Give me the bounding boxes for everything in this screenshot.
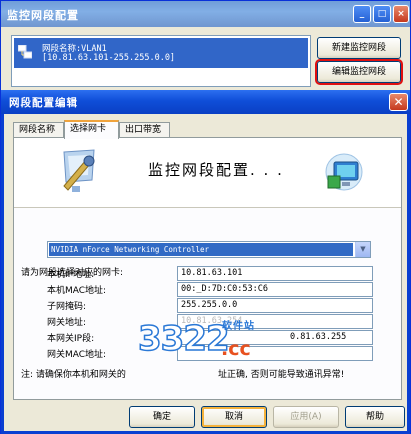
network-config-icon — [63, 149, 95, 192]
note-prefix: 注: 请确保你本机和网关的 — [21, 370, 126, 380]
edit-segment-button[interactable]: 编辑监控网段 — [315, 59, 403, 85]
field-label-subnet-mask: 子网掩码: — [47, 302, 87, 312]
main-window-title: 监控网段配置 — [7, 9, 79, 22]
dialog-title: 网段配置编辑 — [9, 97, 78, 109]
tab-egress-bandwidth[interactable]: 出口带宽 — [119, 122, 170, 138]
chevron-down-icon[interactable]: ▼ — [355, 242, 370, 257]
banner-title: 监控网段配置. . . — [148, 161, 284, 179]
monitor-config-icon — [325, 153, 363, 191]
tab-segment-name[interactable]: 网段名称 — [13, 122, 64, 138]
watermark-tagline: 软件站 — [222, 321, 255, 332]
nic-selected-value: NVIDIA nForce Networking Controller — [49, 243, 353, 256]
field-label-gateway-ip-range: 本网关IP段: — [47, 334, 95, 344]
help-button[interactable]: 帮助 — [345, 406, 405, 428]
segment-list[interactable]: 网段名称:VLAN1 [10.81.63.101-255.255.0.0] — [11, 35, 311, 87]
watermark-number: 3322 — [137, 318, 230, 360]
apply-button: 应用(A) — [273, 406, 339, 428]
tab-select-nic[interactable]: 选择网卡 — [64, 120, 119, 139]
field-label-local-ip: 本机IP地址: — [47, 270, 95, 280]
banner: 监控网段配置. . . — [14, 138, 401, 208]
field-label-gateway: 网关地址: — [47, 318, 87, 328]
dialog-titlebar: 网段配置编辑 ✕ — [1, 90, 410, 114]
minimize-icon[interactable]: _ — [353, 5, 371, 23]
new-segment-button[interactable]: 新建监控网段 — [317, 37, 401, 59]
segment-config-dialog: 网段配置编辑 ✕ 网段名称 选择网卡 出口带宽 监控网段配置. . . 请为网段… — [1, 90, 410, 434]
list-item[interactable]: 网段名称:VLAN1 [10.81.63.101-255.255.0.0] — [14, 38, 308, 68]
nic-select[interactable]: NVIDIA nForce Networking Controller ▼ — [47, 241, 371, 258]
note-suffix: 址正确, 否则可能导致通讯异常! — [218, 370, 345, 380]
close-icon[interactable]: × — [393, 5, 409, 23]
field-label-local-mac: 本机MAC地址: — [47, 286, 107, 296]
local-ip-field[interactable]: 10.81.63.101 — [177, 266, 373, 281]
subnet-mask-field[interactable]: 255.255.0.0 — [177, 298, 373, 313]
segment-range-text: [10.81.63.101-255.255.0.0] — [42, 53, 176, 63]
watermark-domain: .cc — [221, 338, 251, 360]
field-label-gateway-mac: 网关MAC地址: — [47, 350, 107, 360]
network-icon — [18, 45, 32, 59]
cancel-button[interactable]: 取消 — [201, 406, 267, 428]
close-icon[interactable]: ✕ — [389, 93, 408, 111]
maximize-icon[interactable]: □ — [373, 5, 391, 23]
ok-button[interactable]: 确定 — [129, 406, 195, 428]
watermark-logo: 3322 软件站 .cc — [137, 317, 298, 365]
local-mac-field[interactable]: 00:_D:7D:C0:53:C6 — [177, 282, 373, 297]
